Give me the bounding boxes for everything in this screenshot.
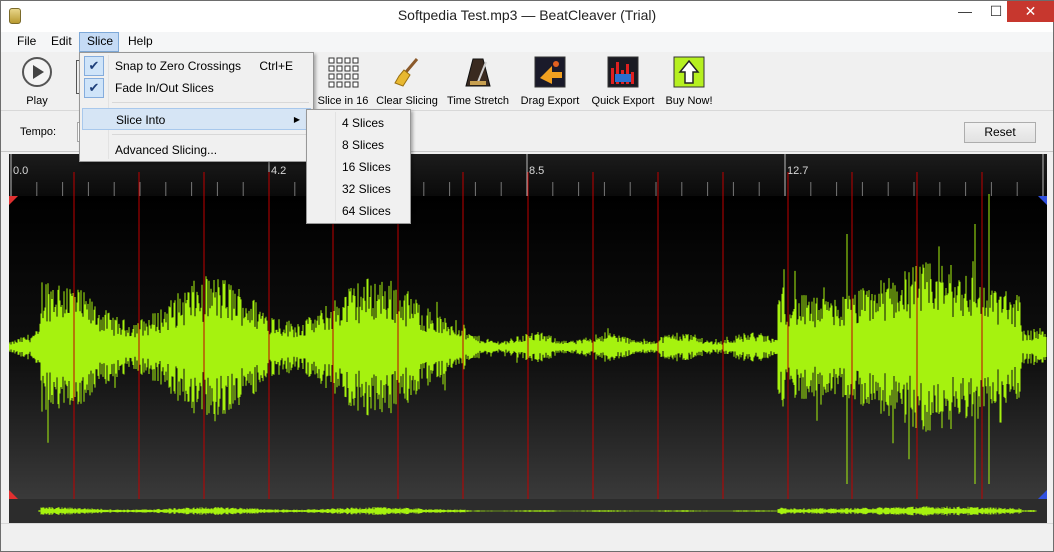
- close-button[interactable]: ✕: [1007, 1, 1054, 22]
- slice-into-item[interactable]: Slice Into ▶: [82, 108, 311, 130]
- slice-in-16-button[interactable]: Slice in 16: [315, 56, 371, 107]
- title-bar: Softpedia Test.mp3 — BeatCleaver (Trial)…: [1, 1, 1054, 32]
- buy-now-button[interactable]: Buy Now!: [663, 56, 715, 107]
- metronome-icon: [465, 58, 491, 87]
- snap-zero-crossings-label: Snap to Zero Crossings: [115, 59, 242, 73]
- drag-export-icon: [534, 56, 566, 88]
- minimize-button[interactable]: —: [950, 1, 980, 22]
- menu-help[interactable]: Help: [121, 32, 160, 52]
- buy-now-label: Buy Now!: [665, 95, 713, 107]
- app-window: Softpedia Test.mp3 — BeatCleaver (Trial)…: [0, 0, 1054, 552]
- fade-slices-item[interactable]: ✔ Fade In/Out Slices: [82, 77, 311, 99]
- snap-zero-crossings-item[interactable]: ✔ Snap to Zero Crossings Ctrl+E: [82, 55, 311, 77]
- advanced-slicing-label: Advanced Slicing...: [115, 143, 218, 157]
- broom-icon: [394, 58, 419, 87]
- slice-into-submenu: 4 Slices 8 Slices 16 Slices 32 Slices 64…: [306, 109, 411, 224]
- slice-32-item[interactable]: 32 Slices: [309, 178, 408, 200]
- play-label: Play: [26, 95, 48, 107]
- menu-edit[interactable]: Edit: [44, 32, 79, 52]
- slice-in-16-label: Slice in 16: [317, 95, 369, 107]
- time-stretch-label: Time Stretch: [447, 95, 509, 107]
- slice-8-label: 8 Slices: [342, 138, 385, 152]
- slice-8-item[interactable]: 8 Slices: [309, 134, 408, 156]
- slice-16-item[interactable]: 16 Slices: [309, 156, 408, 178]
- quick-export-button[interactable]: Quick Export: [591, 56, 655, 107]
- clear-slicing-button[interactable]: Clear Slicing: [375, 56, 439, 107]
- menu-separator: [112, 102, 309, 103]
- arrow-up-icon: [673, 56, 705, 88]
- ruler-label: 0.0: [13, 165, 28, 177]
- check-icon: ✔: [84, 78, 104, 98]
- clear-slicing-label: Clear Slicing: [376, 95, 438, 107]
- snap-shortcut: Ctrl+E: [259, 59, 293, 73]
- quick-export-label: Quick Export: [591, 95, 655, 107]
- slice-into-label: Slice Into: [116, 113, 166, 127]
- menu-file[interactable]: File: [10, 32, 43, 52]
- drag-export-button[interactable]: Drag Export: [519, 56, 581, 107]
- status-bar: [1, 523, 1053, 551]
- drag-export-label: Drag Export: [520, 95, 580, 107]
- time-stretch-button[interactable]: Time Stretch: [445, 56, 511, 107]
- menu-slice[interactable]: Slice: [79, 32, 119, 52]
- slice-32-label: 32 Slices: [342, 182, 391, 196]
- waveform-panel[interactable]: 0.0 4.2 8.5 12.7: [9, 154, 1047, 523]
- menu-separator: [112, 134, 309, 135]
- check-icon: ✔: [84, 56, 104, 76]
- submenu-arrow-icon: ▶: [293, 115, 300, 124]
- ruler-label: 4.2: [271, 165, 286, 177]
- window-title: Softpedia Test.mp3 — BeatCleaver (Trial): [397, 7, 657, 23]
- slice-64-item[interactable]: 64 Slices: [309, 200, 408, 222]
- menu-bar: File Edit Slice Help: [1, 32, 1053, 52]
- slice-4-item[interactable]: 4 Slices: [309, 112, 408, 134]
- quick-export-icon: [607, 56, 639, 88]
- slice-menu-dropdown: ✔ Snap to Zero Crossings Ctrl+E ✔ Fade I…: [79, 52, 314, 162]
- fade-slices-label: Fade In/Out Slices: [115, 81, 214, 95]
- reset-button[interactable]: Reset: [964, 122, 1036, 143]
- grid-icon: [328, 57, 359, 88]
- slice-64-label: 64 Slices: [342, 204, 391, 218]
- tempo-label: Tempo:: [20, 126, 57, 138]
- slice-4-label: 4 Slices: [342, 116, 385, 130]
- play-button[interactable]: Play: [15, 56, 59, 107]
- slice-16-label: 16 Slices: [342, 160, 391, 174]
- advanced-slicing-item[interactable]: Advanced Slicing...: [82, 139, 311, 161]
- ruler-label: 8.5: [529, 165, 544, 177]
- ruler-label: 12.7: [787, 165, 808, 177]
- play-icon: [22, 57, 52, 87]
- waveform-canvas[interactable]: 0.0 4.2 8.5 12.7: [9, 154, 1047, 523]
